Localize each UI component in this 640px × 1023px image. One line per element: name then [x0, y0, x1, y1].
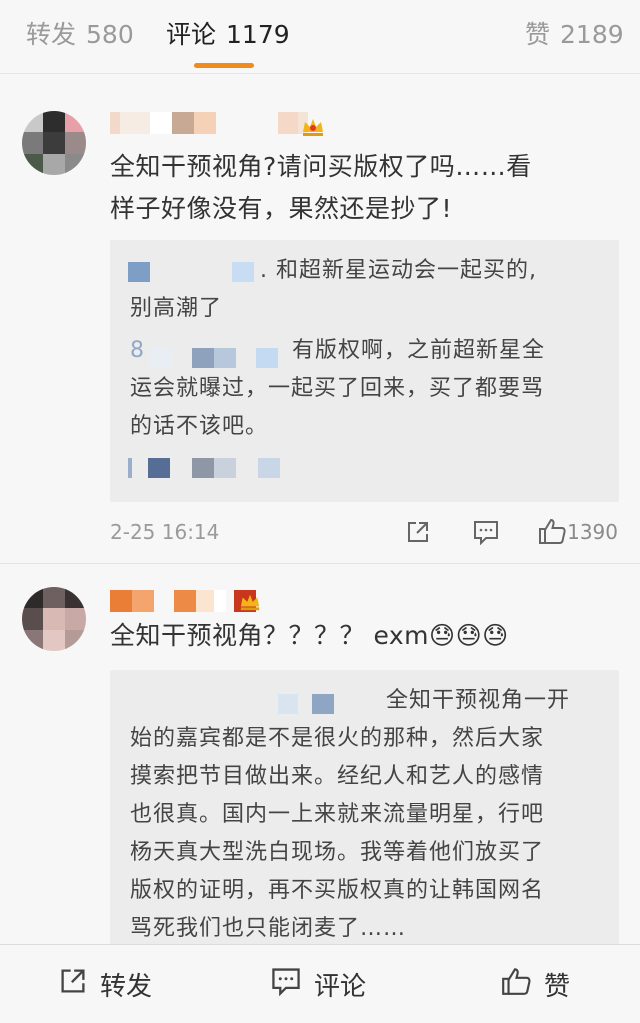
- comment-icon[interactable]: [472, 519, 500, 546]
- tab-reposts-count: 580: [86, 20, 134, 49]
- reply-username-pixelated[interactable]: [128, 262, 254, 282]
- thumbs-up-icon: [500, 966, 532, 1003]
- username-pixelated[interactable]: [110, 110, 308, 136]
- tab-likes-label: 赞: [525, 20, 551, 49]
- reply-username-pixelated[interactable]: [278, 694, 334, 714]
- reply-text-line: 始的嘉宾都是不是很火的那种，然后大家: [130, 726, 545, 751]
- comment-label: 评论: [314, 972, 367, 1002]
- tab-comments-label: 评论: [166, 20, 217, 49]
- reply-text-line: . 和超新星运动会一起买的,: [260, 258, 537, 283]
- bottom-action-bar: 转发 评论 赞: [0, 944, 640, 1023]
- reply-box[interactable]: 全知干预视角一开 始的嘉宾都是不是很火的那种，然后大家 摸索把节目做出来。经纪人…: [110, 670, 619, 944]
- share-icon: [58, 966, 88, 1003]
- like-button[interactable]: 赞: [500, 945, 570, 1023]
- comment-button[interactable]: 评论: [270, 945, 366, 1023]
- reply-text-line: 杨天真大型洗白现场。我等着他们放买了: [130, 840, 545, 865]
- tab-likes-count: 2189: [560, 20, 624, 49]
- comment-time: 2-25 16:14: [110, 520, 220, 544]
- reply-text-line: 别高潮了: [130, 296, 223, 321]
- tab-comments-count: 1179: [226, 20, 290, 49]
- reply-text-line: 骂死我们也只能闭麦了……: [130, 916, 407, 941]
- reply-username-pixelated[interactable]: [150, 348, 278, 368]
- like-label: 赞: [544, 972, 571, 1002]
- reply-text-line: 摸索把节目做出来。经纪人和艺人的感情: [130, 764, 545, 789]
- reply-text-line: 也很真。国内一上来就来流量明星，行吧: [130, 802, 545, 827]
- avatar[interactable]: [22, 111, 86, 175]
- active-tab-indicator: [194, 63, 254, 68]
- reply-box[interactable]: . 和超新星运动会一起买的, 别高潮了 8 有版权啊，之前超新星全 运会就曝过，…: [110, 240, 619, 502]
- more-replies-pixelated[interactable]: [128, 458, 280, 478]
- reply-text-line: 的话不该吧。: [130, 414, 269, 439]
- comment-text-line: 样子好像没有，果然还是抄了!: [110, 194, 453, 223]
- repost-label: 转发: [100, 972, 153, 1002]
- avatar[interactable]: [22, 587, 86, 651]
- comment-icon: [270, 966, 302, 1003]
- reply-text-line: 有版权啊，之前超新星全: [292, 338, 546, 363]
- comment-tabs: 转发 580 评论 1179 赞 2189: [0, 0, 640, 74]
- vip-crown-icon: [238, 590, 262, 612]
- reply-text-line: 全知干预视角一开: [386, 688, 571, 713]
- divider: [0, 563, 640, 564]
- repost-button[interactable]: 转发: [58, 945, 152, 1023]
- thumbs-up-icon[interactable]: [537, 517, 567, 545]
- comment-text: 全知干预视角？？？？ exm😓😓😓: [110, 621, 509, 650]
- tab-likes[interactable]: 赞 2189: [525, 18, 624, 52]
- reply-text-line: 运会就曝过，一起买了回来，买了都要骂: [130, 376, 545, 401]
- like-count: 1390: [567, 520, 618, 544]
- vip-crown-icon: [300, 114, 326, 138]
- tab-reposts[interactable]: 转发 580: [26, 18, 134, 52]
- tab-reposts-label: 转发: [26, 20, 77, 49]
- reply-text-line: 版权的证明，再不买版权真的让韩国网名: [130, 878, 545, 903]
- username-pixelated[interactable]: [110, 588, 256, 614]
- tab-comments[interactable]: 评论 1179: [166, 18, 290, 52]
- comment-text-line: 全知干预视角?请问买版权了吗……看: [110, 152, 532, 181]
- share-icon[interactable]: [405, 519, 431, 545]
- comment-text: 全知干预视角?请问买版权了吗……看 样子好像没有，果然还是抄了!: [110, 146, 615, 230]
- comment-meta: 2-25 16:14 1390: [110, 517, 620, 547]
